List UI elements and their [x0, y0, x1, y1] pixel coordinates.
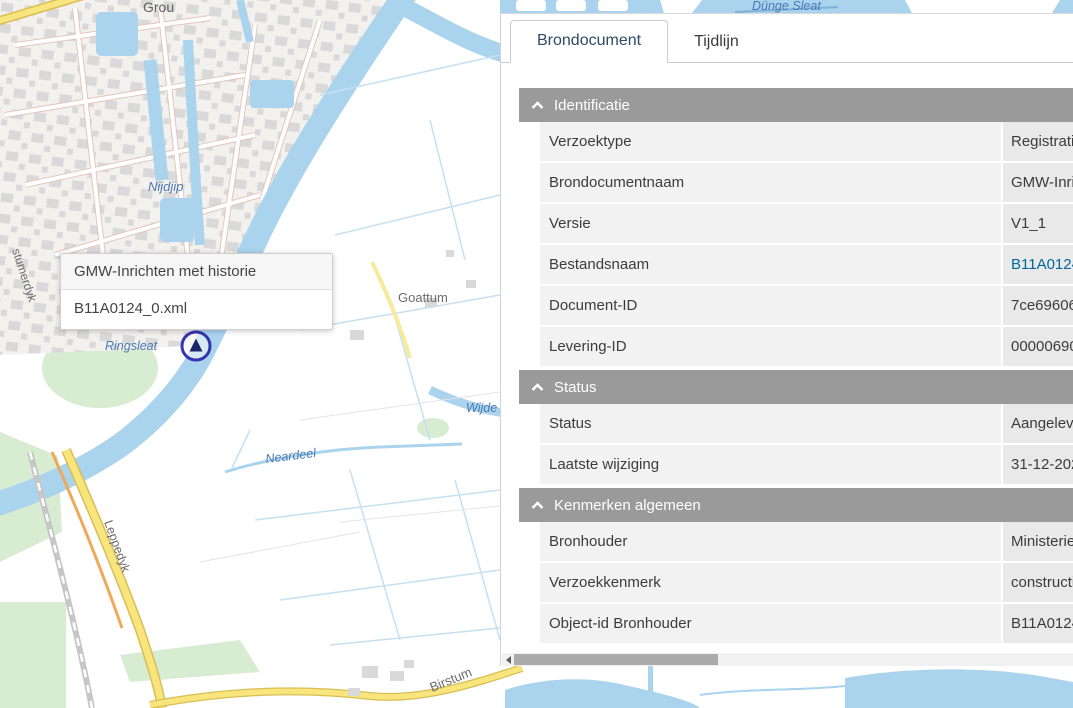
file-download-link[interactable]: B11A0124_0.xml: [1003, 245, 1073, 284]
field-label: Status: [540, 404, 1001, 443]
field-value: GMW-Inrichten met historie: [1003, 163, 1073, 202]
field-label: Levering-ID: [540, 327, 1001, 366]
field-value: V1_1: [1003, 204, 1073, 243]
table-row: Status Aangeleverd: [540, 404, 1073, 443]
table-row: Verzoektype Registratie: [540, 122, 1073, 161]
tab-bar: Brondocument Tijdlijn: [501, 14, 1073, 63]
field-value: constructie: [1003, 563, 1073, 602]
section-header-kenmerken-algemeen[interactable]: Kenmerken algemeen: [519, 488, 1073, 522]
horizontal-scrollbar[interactable]: [502, 653, 1073, 666]
table-row: Verzoekkenmerk constructie: [540, 563, 1073, 602]
field-value: 00000690: [1003, 327, 1073, 366]
table-row: Bronhouder Ministerie: [540, 522, 1073, 561]
section-header-identificatie[interactable]: Identificatie: [519, 88, 1073, 122]
table-row: Laatste wijziging 31-12-2021: [540, 445, 1073, 484]
map-label-dunge-sleat: Dünge Sleat: [752, 0, 821, 13]
tab-tijdlijn[interactable]: Tijdlijn: [668, 22, 765, 63]
map-label-goattum: Goattum: [398, 290, 448, 305]
field-value: Ministerie: [1003, 522, 1073, 561]
table-row: Versie V1_1: [540, 204, 1073, 243]
section-title: Identificatie: [554, 97, 630, 114]
field-label: Verzoektype: [540, 122, 1001, 161]
field-label: Bronhouder: [540, 522, 1001, 561]
field-value: 31-12-2021: [1003, 445, 1073, 484]
field-label: Bestandsnaam: [540, 245, 1001, 284]
table-row: Levering-ID 00000690: [540, 327, 1073, 366]
map-label-grou: Grou: [143, 0, 174, 15]
field-label: Brondocumentnaam: [540, 163, 1001, 202]
field-label: Document-ID: [540, 286, 1001, 325]
chevron-up-icon: [531, 501, 544, 510]
section-header-status[interactable]: Status: [519, 370, 1073, 404]
field-value: Aangeleverd: [1003, 404, 1073, 443]
map-label-wijde: Wijde: [466, 401, 497, 415]
detail-panel: Brondocument Tijdlijn Identificatie Verz…: [500, 13, 1073, 666]
field-label: Object-id Bronhouder: [540, 604, 1001, 643]
field-label: Versie: [540, 204, 1001, 243]
table-row: Brondocumentnaam GMW-Inrichten met histo…: [540, 163, 1073, 202]
gmw-marker-icon[interactable]: [182, 332, 210, 360]
popup-title: GMW-Inrichten met historie: [61, 254, 332, 290]
tab-brondocument[interactable]: Brondocument: [510, 20, 668, 63]
section-title: Kenmerken algemeen: [554, 497, 701, 514]
chevron-up-icon: [531, 101, 544, 110]
chevron-up-icon: [531, 383, 544, 392]
scroll-left-arrow-icon[interactable]: [502, 653, 514, 666]
scrollbar-thumb[interactable]: [514, 654, 718, 665]
field-value: Registratie: [1003, 122, 1073, 161]
table-row: Document-ID 7ce69606e: [540, 286, 1073, 325]
table-row: Bestandsnaam B11A0124_0.xml: [540, 245, 1073, 284]
field-label: Laatste wijziging: [540, 445, 1001, 484]
field-value: B11A0124: [1003, 604, 1073, 643]
map-label-nijdjip: Nijdjip: [148, 179, 183, 194]
map-label-ringsleat: Ringsleat: [105, 339, 158, 353]
map-popup: GMW-Inrichten met historie B11A0124_0.xm…: [60, 253, 333, 330]
popup-filename: B11A0124_0.xml: [61, 290, 332, 329]
field-label: Verzoekkenmerk: [540, 563, 1001, 602]
table-row: Object-id Bronhouder B11A0124: [540, 604, 1073, 643]
panel-content: Identificatie Verzoektype Registratie Br…: [501, 88, 1073, 643]
field-value: 7ce69606e: [1003, 286, 1073, 325]
section-title: Status: [554, 379, 597, 396]
